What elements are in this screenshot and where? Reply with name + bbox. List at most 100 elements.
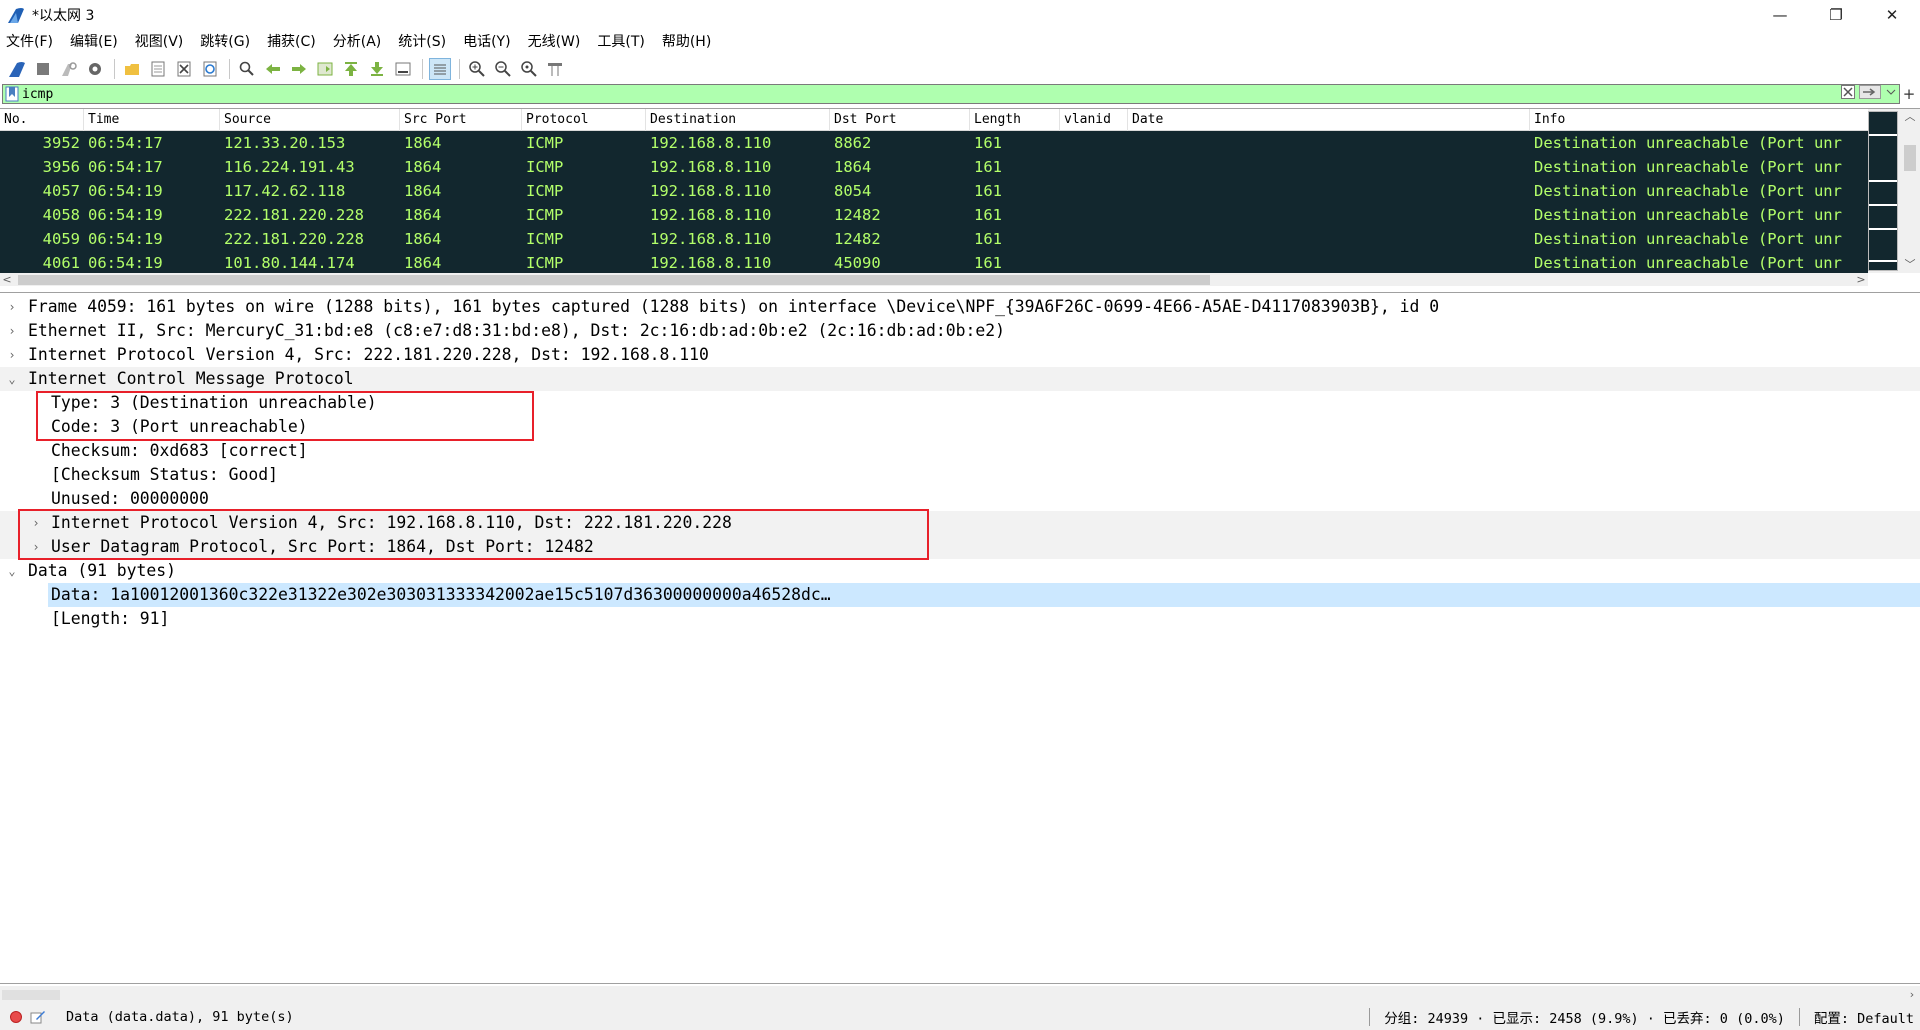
menu-go[interactable]: 跳转(G) [200,31,250,51]
go-to-packet-icon[interactable] [314,58,336,80]
chevron-right-icon[interactable]: › [4,319,20,343]
chevron-down-icon[interactable]: ⌄ [4,559,20,583]
close-file-icon[interactable] [173,58,195,80]
packet-list-horizontal-scrollbar[interactable]: < > [0,273,1868,286]
column-header-no[interactable]: No. [0,109,84,131]
column-header-destination[interactable]: Destination [646,109,830,131]
column-header-src-port[interactable]: Src Port [400,109,522,131]
resize-columns-icon[interactable] [544,58,566,80]
cell-dst-port: 12482 [834,206,881,224]
zoom-out-icon[interactable] [492,58,514,80]
details-horizontal-scrollbar[interactable]: › [0,986,1920,1004]
zoom-normal-icon[interactable] [518,58,540,80]
scroll-right-icon[interactable]: › [1904,987,1920,1003]
go-first-icon[interactable] [340,58,362,80]
packet-row[interactable]: 4058 06:54:19 222.181.220.228 1864 ICMP 192.1… [0,203,1868,227]
packet-row[interactable]: 4057 06:54:19 117.42.62.118 1864 ICMP 192.168… [0,179,1868,203]
tree-row-icmp[interactable]: ⌄ Internet Control Message Protocol [0,367,1920,391]
chevron-down-icon[interactable]: ⌄ [4,367,20,391]
cell-time: 06:54:19 [88,230,163,248]
add-filter-button[interactable]: + [1900,85,1918,103]
packet-row[interactable]: 3952 06:54:17 121.33.20.153 1864 ICMP 192.168… [0,131,1868,155]
packet-row[interactable]: 4061 06:54:19 101.80.144.174 1864 ICMP 192.16… [0,251,1868,273]
column-header-info[interactable]: Info [1530,109,1868,131]
column-header-source[interactable]: Source [220,109,400,131]
cell-destination: 192.168.8.110 [650,230,772,248]
cell-protocol: ICMP [526,182,564,200]
column-header-protocol[interactable]: Protocol [522,109,646,131]
edit-comment-icon[interactable] [30,1010,46,1024]
scroll-right-icon[interactable]: > [1854,272,1868,286]
cell-length: 161 [974,254,1002,272]
bookmark-icon[interactable] [5,86,19,102]
colorize-icon[interactable] [429,58,451,80]
scrollbar-thumb[interactable] [1904,145,1916,171]
scroll-left-icon[interactable]: < [0,272,14,286]
packet-list-vertical-scrollbar[interactable]: ︿ ﹀ [1900,109,1920,273]
chevron-right-icon[interactable]: › [4,295,20,319]
cell-protocol: ICMP [526,206,564,224]
filter-text[interactable]: icmp [22,87,53,102]
column-header-vlanid[interactable]: vlanid [1060,109,1128,131]
column-header-length[interactable]: Length [970,109,1060,131]
menu-analyze[interactable]: 分析(A) [333,31,382,51]
scroll-down-icon[interactable]: ﹀ [1900,257,1920,273]
scrollbar-thumb[interactable] [18,275,1210,285]
apply-filter-icon[interactable] [1859,85,1881,103]
stop-capture-icon[interactable] [32,58,54,80]
packet-list-scroll-area: ︿ ﹀ [1868,109,1920,273]
packet-details-tree: › Frame 4059: 161 bytes on wire (1288 bi… [0,292,1920,984]
tree-row-checksum[interactable]: Checksum: 0xd683 [correct] [0,439,1920,463]
packet-row[interactable]: 4059 06:54:19 222.181.220.228 1864 ICMP 192.1… [0,227,1868,251]
scrollbar-thumb[interactable] [2,990,60,1000]
go-last-icon[interactable] [366,58,388,80]
column-header-dst-port[interactable]: Dst Port [830,109,970,131]
chevron-right-icon[interactable]: › [4,343,20,367]
menu-wireless[interactable]: 无线(W) [528,31,581,51]
column-header-time[interactable]: Time [84,109,220,131]
minimize-button[interactable]: — [1752,0,1808,30]
reload-file-icon[interactable] [199,58,221,80]
zoom-in-icon[interactable] [466,58,488,80]
menu-tools[interactable]: 工具(T) [597,31,644,51]
display-filter-input[interactable]: icmp [2,84,1900,104]
highlight-box-inner-headers [18,509,929,560]
restart-capture-icon[interactable] [58,58,80,80]
expert-info-icon[interactable] [10,1011,22,1023]
cell-vlanid [1060,179,1128,203]
tree-row-data-length[interactable]: [Length: 91] [0,607,1920,631]
open-file-icon[interactable] [121,58,143,80]
chevron-down-icon[interactable] [1885,85,1897,103]
save-file-icon[interactable] [147,58,169,80]
shark-fin-start-icon[interactable] [6,58,28,80]
scroll-up-icon[interactable]: ︿ [1900,109,1920,125]
clear-filter-icon[interactable] [1841,85,1855,103]
tree-row-ethernet[interactable]: › Ethernet II, Src: MercuryC_31:bd:e8 (c… [0,319,1920,343]
menu-help[interactable]: 帮助(H) [662,31,711,51]
menu-edit[interactable]: 编辑(E) [70,31,118,51]
menu-file[interactable]: 文件(F) [6,31,53,51]
tree-row-data-value[interactable]: Data: 1a10012001360c322e31322e302e303031… [48,583,1920,607]
tree-row-data[interactable]: ⌄ Data (91 bytes) [0,559,1920,583]
menu-view[interactable]: 视图(V) [135,31,184,51]
close-button[interactable]: ✕ [1864,0,1920,30]
profile-indicator[interactable]: 配置: Default [1814,1007,1914,1027]
tree-row-checksum-status[interactable]: [Checksum Status: Good] [0,463,1920,487]
tree-row-unused[interactable]: Unused: 00000000 [0,487,1920,511]
tree-row-ipv4[interactable]: › Internet Protocol Version 4, Src: 222.… [0,343,1920,367]
column-header-date[interactable]: Date [1128,109,1530,131]
go-back-icon[interactable] [262,58,284,80]
menu-statistics[interactable]: 统计(S) [398,31,446,51]
cell-src-port: 1864 [404,254,442,272]
auto-scroll-icon[interactable] [392,58,414,80]
restore-button[interactable]: ❐ [1808,0,1864,30]
packet-minimap[interactable] [1868,111,1898,271]
capture-options-icon[interactable] [84,58,106,80]
go-forward-icon[interactable] [288,58,310,80]
menu-telephony[interactable]: 电话(Y) [463,31,510,51]
cell-source: 117.42.62.118 [224,182,346,200]
tree-row-frame[interactable]: › Frame 4059: 161 bytes on wire (1288 bi… [0,295,1920,319]
menu-capture[interactable]: 捕获(C) [267,31,316,51]
packet-row[interactable]: 3956 06:54:17 116.224.191.43 1864 ICMP 192.16… [0,155,1868,179]
find-packet-icon[interactable] [236,58,258,80]
